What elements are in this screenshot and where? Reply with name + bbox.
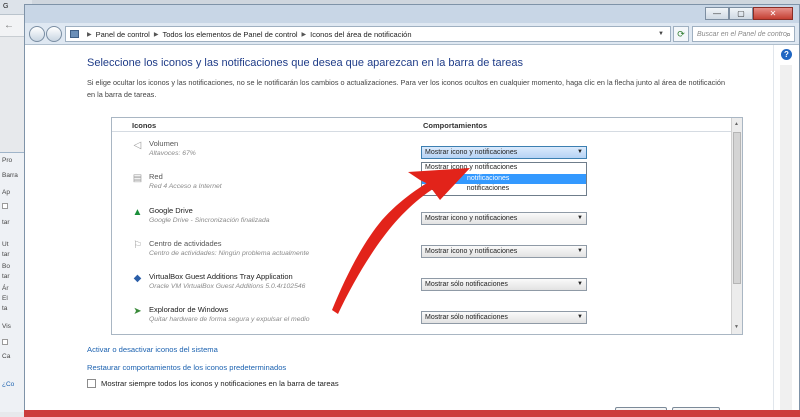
- row-subtitle: Google Drive - Sincronización finalizada: [149, 217, 270, 224]
- background-text: Ár: [2, 285, 9, 292]
- google-drive-icon: ▲: [132, 207, 143, 218]
- maximize-button[interactable]: ▢: [729, 7, 753, 20]
- chevron-down-icon: ▼: [577, 248, 583, 254]
- search-icon[interactable]: ⌕: [786, 29, 791, 40]
- refresh-icon[interactable]: ⟳: [673, 26, 689, 42]
- background-text: El: [2, 295, 8, 302]
- chevron-down-icon: ▼: [577, 149, 583, 155]
- row-subtitle: Altavoces: 67%: [149, 150, 196, 157]
- row-subtitle: Red 4 Acceso a Internet: [149, 183, 222, 190]
- select-value: Mostrar sólo notificaciones: [425, 281, 508, 288]
- chevron-down-icon: ▼: [577, 215, 583, 221]
- chevron-right-icon: ▶: [153, 31, 159, 38]
- select-value: Mostrar icono y notificaciones: [425, 149, 518, 156]
- background-checkbox[interactable]: [2, 203, 8, 209]
- background-text: tar: [2, 273, 10, 280]
- toggle-system-icons-link[interactable]: Activar o desactivar iconos del sistema: [87, 345, 218, 354]
- behavior-select-google-drive[interactable]: Mostrar icono y notificaciones ▼: [421, 212, 587, 225]
- notification-icons-table: Iconos Comportamientos ◁ Volumen Altavoc…: [111, 117, 743, 335]
- table-scrollbar[interactable]: ▲ ▼: [731, 118, 742, 334]
- taskbar-strip: [24, 410, 800, 417]
- behavior-select-explorer[interactable]: Mostrar sólo notificaciones ▼: [421, 311, 587, 324]
- scroll-down-icon[interactable]: ▼: [734, 324, 739, 330]
- volume-icon: ◁: [133, 140, 142, 151]
- help-icon[interactable]: ?: [781, 49, 792, 60]
- column-header-behaviors: Comportamientos: [423, 121, 488, 130]
- checkbox-box[interactable]: [87, 379, 96, 388]
- address-bar[interactable]: ▶ Panel de control ▶ Todos los elementos…: [65, 26, 671, 42]
- dropdown-option[interactable]: Mo notificaciones: [422, 184, 586, 195]
- background-text: Bo: [2, 263, 10, 270]
- breadcrumb-item[interactable]: Panel de control: [96, 30, 150, 39]
- search-input[interactable]: Buscar en el Panel de contro ⌕: [692, 26, 795, 42]
- background-text: Ap: [2, 189, 10, 196]
- dropdown-option[interactable]: Mostrar icono y notificaciones: [422, 163, 586, 174]
- checkbox-label: Mostrar siempre todos los iconos y notif…: [101, 379, 339, 388]
- select-value: Mostrar icono y notificaciones: [425, 248, 518, 255]
- background-text: Barra: [2, 172, 18, 179]
- chevron-right-icon: ▶: [301, 31, 307, 38]
- action-center-flag-icon: ⚐: [133, 240, 142, 251]
- safely-remove-hardware-icon: ➤: [133, 306, 142, 317]
- page-title: Seleccione los iconos y las notificacion…: [87, 57, 523, 69]
- background-text: Pro: [2, 157, 13, 164]
- background-text: tar: [2, 219, 10, 226]
- back-arrow-icon: ←: [4, 20, 14, 31]
- background-text: Ca: [2, 353, 11, 360]
- minimize-button[interactable]: —: [705, 7, 729, 20]
- right-pane: ?: [773, 45, 799, 416]
- row-name: Explorador de Windows: [149, 305, 229, 314]
- behavior-select-virtualbox[interactable]: Mostrar sólo notificaciones ▼: [421, 278, 587, 291]
- address-dropdown-icon[interactable]: ▼: [655, 26, 667, 42]
- breadcrumb-item[interactable]: Iconos del área de notificación: [310, 30, 411, 39]
- forward-button[interactable]: [46, 26, 62, 42]
- table-header: Iconos Comportamientos: [112, 118, 732, 132]
- behavior-dropdown-list: Mostrar icono y notificaciones notificac…: [421, 162, 587, 196]
- search-placeholder: Buscar en el Panel de contro: [697, 30, 787, 38]
- row-subtitle: Quitar hardware de forma segura y expuls…: [149, 316, 310, 323]
- background-text: ta: [2, 305, 8, 312]
- breadcrumb-item[interactable]: Todos los elementos de Panel de control: [162, 30, 297, 39]
- window-controls: — ▢ ✕: [705, 7, 793, 20]
- virtualbox-icon: ◆: [133, 273, 142, 284]
- restore-defaults-link[interactable]: Restaurar comportamientos de los iconos …: [87, 363, 286, 372]
- dropdown-option-fragment: notificaciones: [466, 185, 510, 192]
- row-name: VirtualBox Guest Additions Tray Applicat…: [149, 272, 293, 281]
- chevron-down-icon: ▼: [577, 281, 583, 287]
- background-tab-label: G: [3, 3, 9, 10]
- background-link[interactable]: ¿Co: [2, 381, 14, 388]
- dropdown-option-highlighted[interactable]: notificaciones: [422, 173, 586, 184]
- control-panel-window: — ▢ ✕ ▶ Panel de control ▶ Todos los ele…: [24, 4, 800, 417]
- row-name: Google Drive: [149, 206, 193, 215]
- dropdown-option-fragment: Mo: [425, 185, 435, 192]
- row-name: Red: [149, 172, 163, 181]
- select-value: Mostrar sólo notificaciones: [425, 314, 508, 321]
- scrollbar-thumb[interactable]: [733, 132, 741, 284]
- row-subtitle: Centro de actividades: Ningún problema a…: [149, 250, 310, 257]
- background-text: Ut: [2, 241, 9, 248]
- chevron-down-icon: ▼: [577, 314, 583, 320]
- background-checkbox[interactable]: [2, 339, 8, 345]
- row-name: Centro de actividades: [149, 239, 222, 248]
- scroll-up-icon[interactable]: ▲: [734, 121, 739, 127]
- background-text: tar: [2, 251, 10, 258]
- select-value: Mostrar icono y notificaciones: [425, 215, 518, 222]
- always-show-all-checkbox[interactable]: Mostrar siempre todos los iconos y notif…: [87, 379, 339, 388]
- chevron-right-icon: ▶: [87, 31, 92, 38]
- main-content: Seleccione los iconos y las notificacion…: [25, 45, 773, 417]
- network-icon: ▤: [132, 173, 143, 184]
- back-button[interactable]: [29, 26, 45, 42]
- background-text: Vis: [2, 323, 11, 330]
- window-scrollbar[interactable]: [780, 65, 792, 410]
- close-button[interactable]: ✕: [753, 7, 793, 20]
- column-header-icons: Iconos: [132, 121, 157, 130]
- behavior-select-action-center[interactable]: Mostrar icono y notificaciones ▼: [421, 245, 587, 258]
- page-description: Si elige ocultar los iconos y las notifi…: [87, 78, 726, 99]
- behavior-select-volume[interactable]: Mostrar icono y notificaciones ▼: [421, 146, 587, 159]
- control-panel-icon: [70, 30, 79, 38]
- navigation-bar: ▶ Panel de control ▶ Todos los elementos…: [25, 23, 799, 45]
- row-name: Volumen: [149, 139, 179, 148]
- row-subtitle: Oracle VM VirtualBox Guest Additions 5.0…: [149, 283, 306, 290]
